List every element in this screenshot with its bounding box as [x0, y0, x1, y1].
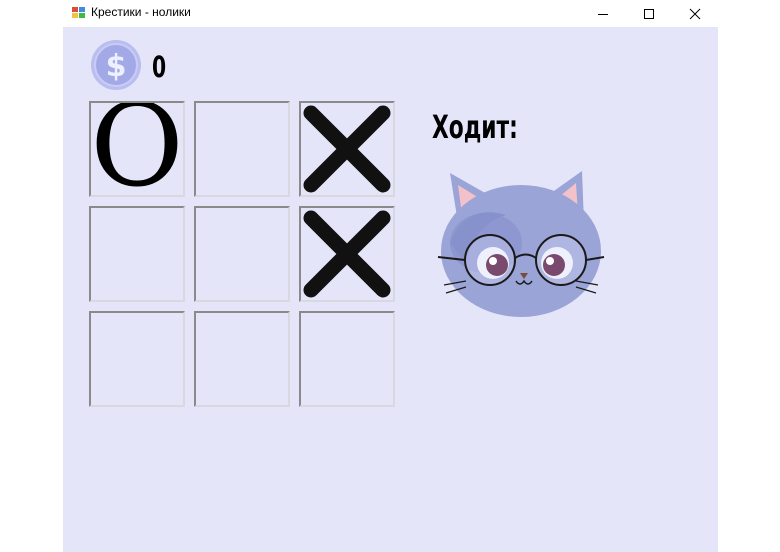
board-cell-r3-c3[interactable]: [299, 311, 395, 407]
minimize-button[interactable]: [580, 0, 626, 27]
coins-count: 0: [152, 50, 167, 84]
maximize-button[interactable]: [626, 0, 672, 27]
turn-label: Ходит:: [432, 108, 518, 146]
game-window: Крестики - нолики $ 0 O Ходит:: [63, 0, 718, 552]
title-bar: Крестики - нолики: [63, 0, 718, 27]
svg-text:$: $: [106, 49, 127, 84]
board-cell-r2-c2[interactable]: [194, 206, 290, 302]
dollar-coin-icon: $: [90, 39, 142, 91]
window-title: Крестики - нолики: [91, 5, 191, 19]
board-cell-r3-c1[interactable]: [89, 311, 185, 407]
board-cell-r1-c1[interactable]: O: [89, 101, 185, 197]
board-cell-mark: O: [90, 101, 184, 197]
minimize-icon: [598, 13, 608, 15]
close-icon: [689, 8, 701, 19]
maximize-icon: [644, 8, 654, 19]
app-icon: [71, 5, 87, 21]
board-cell-mark: [301, 208, 393, 300]
board-cell-r2-c3[interactable]: [299, 206, 395, 302]
board-cell-r1-c3[interactable]: [299, 101, 395, 197]
board-cell-mark: [301, 103, 393, 195]
board-cell-r2-c1[interactable]: [89, 206, 185, 302]
cat-avatar: [436, 163, 606, 323]
board-cell-r1-c2[interactable]: [194, 101, 290, 197]
board-cell-r3-c2[interactable]: [194, 311, 290, 407]
close-button[interactable]: [672, 0, 718, 27]
